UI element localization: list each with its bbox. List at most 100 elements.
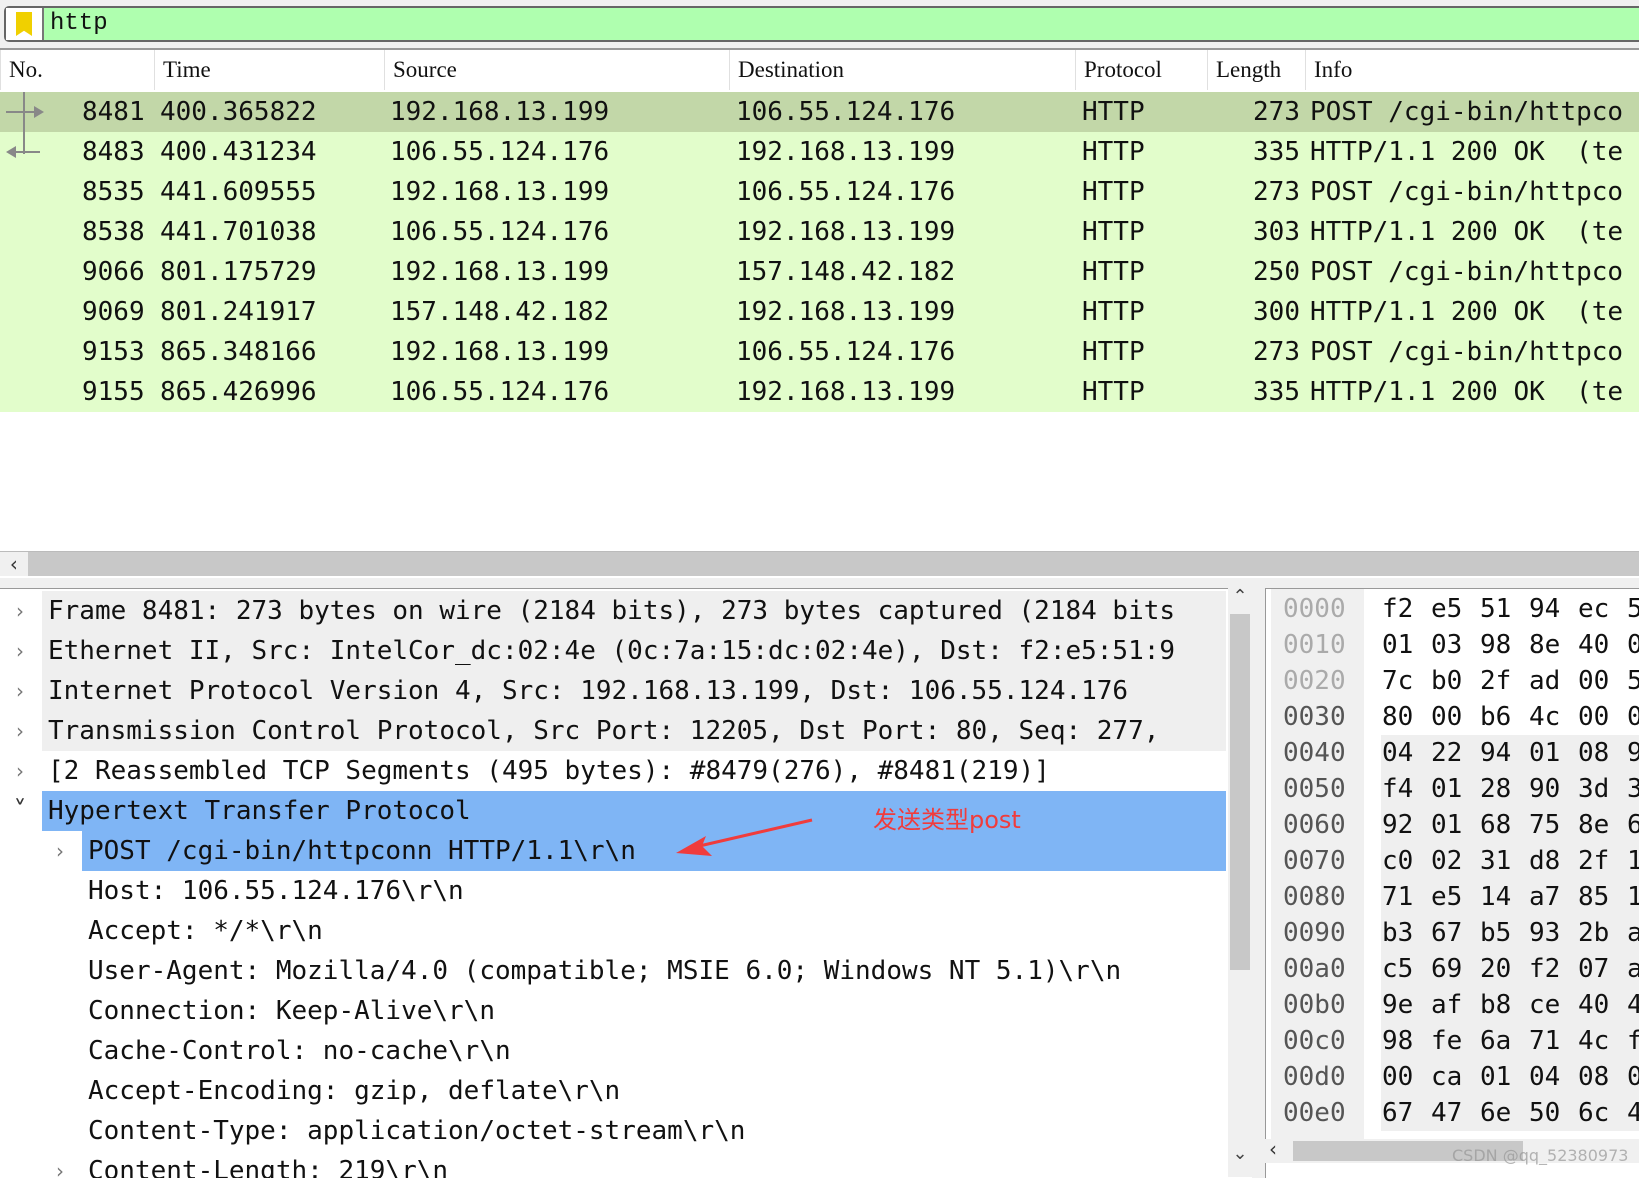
hex-byte[interactable]: 7c xyxy=(1382,663,1413,699)
hex-byte[interactable]: c0 xyxy=(1382,843,1413,879)
tree-item[interactable]: › Transmission Control Protocol, Src Port… xyxy=(0,711,1226,751)
tree-item[interactable]: › [2 Reassembled TCP Segments (495 bytes)… xyxy=(0,751,1226,791)
hex-byte[interactable]: 01 xyxy=(1480,1059,1511,1095)
scroll-left-icon[interactable]: ‹ xyxy=(0,552,28,576)
details-vertical-scrollbar[interactable]: ⌃ ⌄ xyxy=(1228,586,1252,1177)
hex-byte[interactable]: af xyxy=(1431,987,1462,1023)
hex-byte[interactable]: 85 xyxy=(1578,879,1609,915)
hex-byte[interactable]: 20 xyxy=(1480,951,1511,987)
tree-item[interactable]: › Frame 8481: 273 bytes on wire (2184 bit… xyxy=(0,591,1226,631)
packet-list-horizontal-scrollbar[interactable]: ‹ xyxy=(0,551,1639,576)
hex-byte[interactable]: 0 xyxy=(1627,699,1639,735)
hex-byte[interactable]: 8e xyxy=(1529,627,1560,663)
hex-byte[interactable]: 03 xyxy=(1431,627,1462,663)
hex-byte[interactable]: 02 xyxy=(1431,843,1462,879)
column-header-info[interactable]: Info xyxy=(1305,50,1639,90)
hex-byte[interactable]: 08 xyxy=(1578,735,1609,771)
hex-byte[interactable]: 68 xyxy=(1480,807,1511,843)
hex-byte[interactable]: ce xyxy=(1529,987,1560,1023)
hex-byte[interactable]: 67 xyxy=(1431,915,1462,951)
hex-byte[interactable]: 90 xyxy=(1529,771,1560,807)
hex-byte[interactable]: c5 xyxy=(1382,951,1413,987)
tree-item[interactable]: Host: 106.55.124.176\r\n xyxy=(0,871,1226,911)
hex-byte[interactable]: 5 xyxy=(1627,591,1639,627)
hex-byte[interactable]: 40 xyxy=(1578,627,1609,663)
hex-byte[interactable]: 01 xyxy=(1382,627,1413,663)
hex-byte[interactable]: 50 xyxy=(1529,1095,1560,1131)
chevron-right-icon[interactable]: › xyxy=(10,751,30,791)
hex-byte[interactable]: e5 xyxy=(1431,879,1462,915)
column-header-source[interactable]: Source xyxy=(384,50,729,90)
hex-byte[interactable]: 00 xyxy=(1431,699,1462,735)
hex-byte[interactable]: 98 xyxy=(1382,1023,1413,1059)
packet-row[interactable]: 8535 441.609555 192.168.13.199 106.55.124.1… xyxy=(0,172,1639,212)
hex-byte[interactable]: 71 xyxy=(1529,1023,1560,1059)
hex-byte[interactable]: 4 xyxy=(1627,987,1639,1023)
scrollbar-thumb[interactable] xyxy=(1230,614,1250,970)
tree-item[interactable]: Accept-Encoding: gzip, deflate\r\n xyxy=(0,1071,1226,1111)
chevron-right-icon[interactable]: › xyxy=(50,831,70,871)
hex-byte[interactable]: 40 xyxy=(1578,987,1609,1023)
hex-byte[interactable]: 6e xyxy=(1480,1095,1511,1131)
scroll-down-icon[interactable]: ⌄ xyxy=(1228,1143,1252,1164)
packet-row[interactable]: 9066 801.175729 192.168.13.199 157.148.42.1… xyxy=(0,252,1639,292)
tree-item[interactable]: Connection: Keep-Alive\r\n xyxy=(0,991,1226,1031)
hex-byte[interactable]: 01 xyxy=(1431,807,1462,843)
hex-byte[interactable]: 00 xyxy=(1578,699,1609,735)
hex-byte[interactable]: 01 xyxy=(1529,735,1560,771)
hex-byte[interactable]: 4c xyxy=(1529,699,1560,735)
tree-item[interactable]: › Internet Protocol Version 4, Src: 192.1… xyxy=(0,671,1226,711)
hex-byte[interactable]: 47 xyxy=(1431,1095,1462,1131)
hex-byte[interactable]: ec xyxy=(1578,591,1609,627)
hex-byte[interactable]: 8e xyxy=(1578,807,1609,843)
hex-byte[interactable]: 31 xyxy=(1480,843,1511,879)
hex-byte[interactable]: 2f xyxy=(1480,663,1511,699)
column-header-time[interactable]: Time xyxy=(154,50,384,90)
hex-byte[interactable]: a xyxy=(1627,951,1639,987)
display-filter-input[interactable] xyxy=(50,8,1550,40)
packet-row[interactable]: 8483 400.431234 106.55.124.176 192.168.13.1… xyxy=(0,132,1639,172)
hex-byte[interactable]: 1 xyxy=(1627,843,1639,879)
column-header-destination[interactable]: Destination xyxy=(729,50,1075,90)
hex-byte[interactable]: 3d xyxy=(1578,771,1609,807)
hex-byte[interactable]: 9e xyxy=(1382,987,1413,1023)
hex-byte[interactable]: 01 xyxy=(1431,771,1462,807)
hex-byte[interactable]: 00 xyxy=(1578,663,1609,699)
column-header-no[interactable]: No. xyxy=(0,50,154,90)
hex-byte[interactable]: 1 xyxy=(1627,879,1639,915)
tree-item[interactable]: Accept: */*\r\n xyxy=(0,911,1226,951)
hex-byte[interactable]: 3 xyxy=(1627,771,1639,807)
hex-byte[interactable]: a7 xyxy=(1529,879,1560,915)
hex-byte[interactable]: 07 xyxy=(1578,951,1609,987)
hex-byte[interactable]: fe xyxy=(1431,1023,1462,1059)
hex-byte[interactable]: 69 xyxy=(1431,951,1462,987)
hex-byte[interactable]: a xyxy=(1627,915,1639,951)
hex-byte[interactable]: 04 xyxy=(1382,735,1413,771)
scroll-up-icon[interactable]: ⌃ xyxy=(1228,586,1252,607)
tree-item[interactable]: User-Agent: Mozilla/4.0 (compatible; MSI… xyxy=(0,951,1226,991)
hex-byte[interactable]: 67 xyxy=(1382,1095,1413,1131)
chevron-down-icon[interactable]: ˅ xyxy=(10,791,30,831)
hex-byte[interactable]: 71 xyxy=(1382,879,1413,915)
hex-byte[interactable]: 0 xyxy=(1627,627,1639,663)
column-header-length[interactable]: Length xyxy=(1207,50,1305,90)
hex-byte[interactable]: 6 xyxy=(1627,807,1639,843)
hex-byte[interactable]: f2 xyxy=(1529,951,1560,987)
hex-byte[interactable]: 08 xyxy=(1578,1059,1609,1095)
hex-byte[interactable]: d8 xyxy=(1529,843,1560,879)
chevron-right-icon[interactable]: › xyxy=(50,1151,70,1178)
column-header-protocol[interactable]: Protocol xyxy=(1075,50,1207,90)
hex-byte[interactable]: 2f xyxy=(1578,843,1609,879)
hex-byte[interactable]: 2b xyxy=(1578,915,1609,951)
tree-item[interactable]: › POST /cgi-bin/httpconn HTTP/1.1\r\n xyxy=(0,831,1226,871)
hex-byte[interactable]: 75 xyxy=(1529,807,1560,843)
packet-row[interactable]: 9153 865.348166 192.168.13.199 106.55.124.1… xyxy=(0,332,1639,372)
hex-byte[interactable]: b6 xyxy=(1480,699,1511,735)
filter-bookmark-button[interactable] xyxy=(6,8,44,40)
chevron-right-icon[interactable]: › xyxy=(10,671,30,711)
hex-byte[interactable]: 94 xyxy=(1529,591,1560,627)
hex-byte[interactable]: 9 xyxy=(1627,735,1639,771)
hex-byte[interactable]: 4c xyxy=(1578,1023,1609,1059)
hex-byte[interactable]: 4 xyxy=(1627,1095,1639,1131)
hex-byte[interactable]: ad xyxy=(1529,663,1560,699)
